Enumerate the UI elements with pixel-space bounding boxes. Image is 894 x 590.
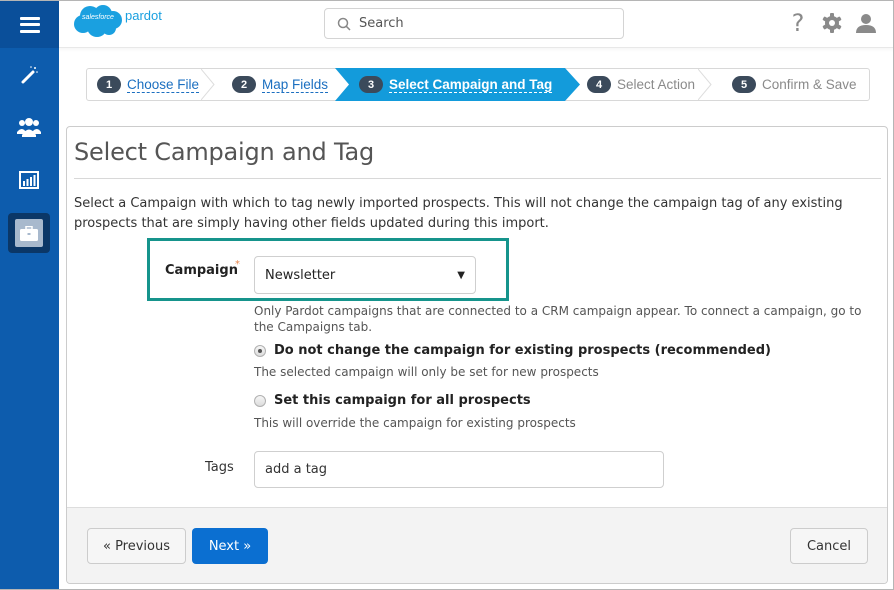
step-link[interactable]: Choose File (127, 77, 200, 93)
previous-button[interactable]: « Previous (87, 528, 186, 564)
page-title: Select Campaign and Tag (74, 138, 375, 166)
logo-cloud-text: salesforce (82, 14, 114, 21)
campaign-tag-panel: Select Campaign and Tag Select a Campaig… (66, 126, 888, 584)
user-icon[interactable] (855, 11, 877, 35)
wizard-step-select-campaign[interactable]: 3 Select Campaign and Tag (359, 69, 553, 100)
salesforce-cloud-icon: salesforce (73, 4, 123, 38)
wizard-step-map-fields[interactable]: 2 Map Fields (232, 69, 329, 100)
option-hint: The selected campaign will only be set f… (254, 365, 599, 379)
wizard-step-confirm-save: 5 Confirm & Save (732, 69, 857, 100)
step-link[interactable]: Select Campaign and Tag (389, 77, 553, 93)
step-label: Confirm & Save (762, 77, 857, 92)
required-indicator: * (235, 259, 240, 270)
step-number: 4 (587, 76, 611, 93)
campaign-label: Campaign (165, 263, 238, 278)
import-wizard-steps: 1 Choose File 2 Map Fields 3 Select Camp… (86, 68, 870, 101)
title-divider (74, 178, 881, 179)
wizard-step-select-action: 4 Select Action (587, 69, 695, 100)
sidebar-item-marketing[interactable] (8, 55, 50, 95)
app-window: salesforce pardot ? (0, 0, 894, 590)
briefcase-icon (20, 225, 38, 241)
sidebar-item-admin[interactable] (8, 213, 50, 253)
bar-chart-icon (19, 171, 39, 189)
people-icon (17, 118, 41, 137)
help-icon[interactable]: ? (787, 9, 809, 37)
campaign-select[interactable]: Newsletter ▼ (254, 256, 476, 294)
step-number: 2 (232, 76, 256, 93)
sidebar-item-prospects[interactable] (8, 107, 50, 147)
step-separator (201, 69, 215, 100)
salesforce-pardot-logo[interactable]: salesforce pardot (73, 4, 162, 38)
radio-do-not-change[interactable] (254, 344, 266, 357)
step-separator (698, 69, 712, 100)
sidebar-item-reports[interactable] (8, 160, 50, 200)
hamburger-icon (19, 16, 40, 33)
option-do-not-change[interactable]: Do not change the campaign for existing … (254, 343, 771, 358)
top-header: salesforce pardot ? (59, 1, 893, 48)
sidebar (0, 1, 59, 589)
radio-set-for-all[interactable] (254, 394, 266, 407)
option-label: Do not change the campaign for existing … (274, 343, 771, 358)
magic-wand-icon (21, 66, 38, 84)
step-number: 3 (359, 76, 383, 93)
option-label: Set this campaign for all prospects (274, 393, 531, 408)
option-set-for-all[interactable]: Set this campaign for all prospects (254, 393, 531, 408)
search-box[interactable] (324, 8, 624, 39)
step-label: Select Action (617, 77, 696, 92)
wizard-step-choose-file[interactable]: 1 Choose File (97, 69, 200, 100)
logo-product-name: pardot (125, 7, 162, 23)
menu-button[interactable] (0, 1, 59, 48)
header-actions: ? (787, 9, 877, 37)
step-number: 1 (97, 76, 121, 93)
cancel-button[interactable]: Cancel (790, 528, 868, 564)
search-input[interactable] (359, 16, 609, 31)
search-icon (337, 17, 351, 31)
chevron-down-icon: ▼ (457, 269, 465, 281)
campaign-hint: Only Pardot campaigns that are connected… (254, 304, 862, 334)
form-footer: « Previous Next » Cancel (67, 507, 887, 583)
next-button[interactable]: Next » (192, 528, 268, 564)
gear-icon[interactable] (821, 11, 843, 35)
intro-text: Select a Campaign with which to tag newl… (74, 196, 843, 231)
campaign-select-value: Newsletter (265, 267, 336, 283)
step-number: 5 (732, 76, 756, 93)
option-hint: This will override the campaign for exis… (254, 416, 576, 430)
tags-label: Tags (205, 460, 234, 475)
step-link[interactable]: Map Fields (262, 77, 329, 93)
tags-input[interactable] (254, 451, 664, 488)
